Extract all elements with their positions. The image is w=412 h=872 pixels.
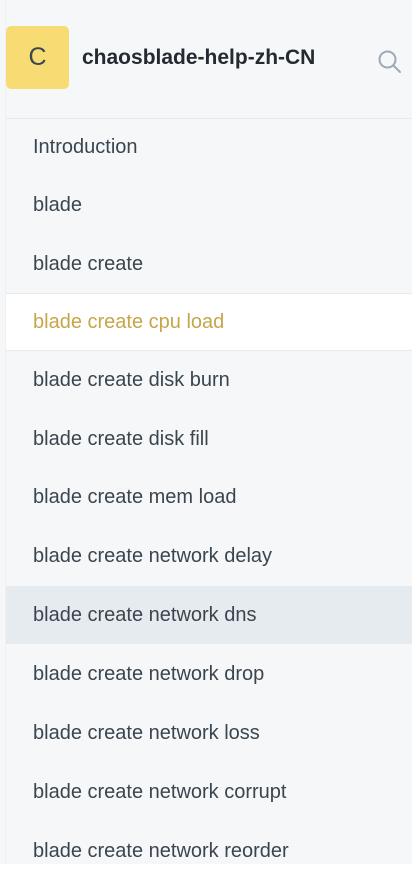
nav-item-network-loss[interactable]: blade create network loss — [6, 704, 412, 762]
nav-item-disk-fill[interactable]: blade create disk fill — [6, 410, 412, 468]
nav-item-cpu-load[interactable]: blade create cpu load — [6, 293, 412, 351]
nav-item-mem-load[interactable]: blade create mem load — [6, 468, 412, 526]
sidebar: C chaosblade-help-zh-CN Introduction bla… — [5, 0, 412, 864]
nav-item-disk-burn[interactable]: blade create disk burn — [6, 351, 412, 409]
nav-item-network-dns[interactable]: blade create network dns — [6, 586, 412, 644]
search-icon[interactable] — [376, 48, 403, 75]
nav-item-network-reorder[interactable]: blade create network reorder — [6, 822, 412, 864]
nav-item-network-delay[interactable]: blade create network delay — [6, 527, 412, 585]
nav-item-blade[interactable]: blade — [6, 176, 412, 234]
space-title[interactable]: chaosblade-help-zh-CN — [82, 44, 315, 72]
nav-item-network-drop[interactable]: blade create network drop — [6, 645, 412, 703]
space-logo[interactable]: C — [6, 26, 69, 89]
sidebar-header: C chaosblade-help-zh-CN — [6, 0, 412, 119]
bottom-edge — [0, 864, 412, 872]
nav-item-introduction[interactable]: Introduction — [6, 118, 412, 176]
nav-item-network-corrupt[interactable]: blade create network corrupt — [6, 763, 412, 821]
nav-item-blade-create[interactable]: blade create — [6, 235, 412, 293]
navigation-list: Introduction blade blade create blade cr… — [6, 118, 412, 864]
